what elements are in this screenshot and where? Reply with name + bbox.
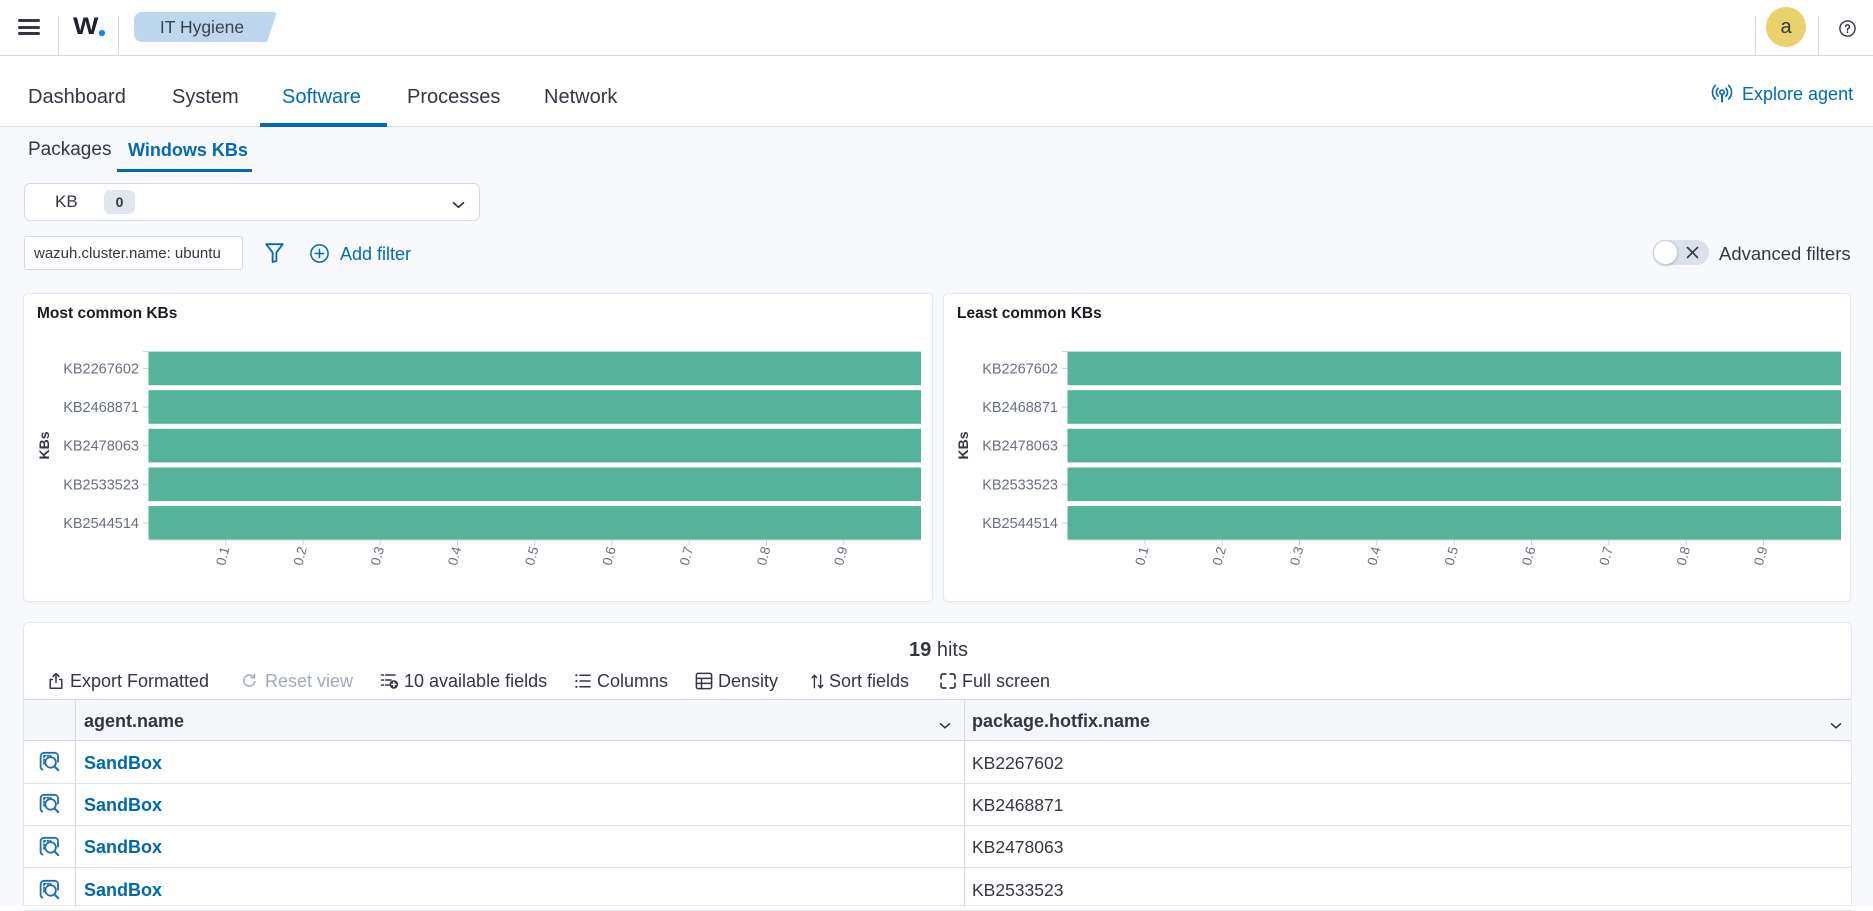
svg-text:KB2267602: KB2267602 bbox=[63, 361, 139, 377]
svg-text:0.9: 0.9 bbox=[831, 545, 850, 567]
svg-text:0.1: 0.1 bbox=[213, 545, 232, 567]
svg-text:KB2468871: KB2468871 bbox=[63, 400, 139, 416]
svg-text:KB2478063: KB2478063 bbox=[63, 439, 139, 455]
svg-text:0.4: 0.4 bbox=[1364, 545, 1383, 567]
svg-text:KB2544514: KB2544514 bbox=[63, 516, 139, 532]
svg-text:0.4: 0.4 bbox=[445, 545, 464, 567]
svg-text:KBs: KBs bbox=[36, 431, 52, 459]
svg-text:0.1: 0.1 bbox=[1132, 545, 1151, 567]
svg-text:0.6: 0.6 bbox=[1519, 545, 1538, 567]
svg-text:KB2267602: KB2267602 bbox=[982, 361, 1058, 377]
svg-text:KBs: KBs bbox=[955, 431, 971, 459]
svg-text:0.7: 0.7 bbox=[1596, 545, 1615, 567]
svg-text:0.7: 0.7 bbox=[677, 545, 696, 567]
svg-text:0.6: 0.6 bbox=[599, 545, 618, 567]
svg-text:0.8: 0.8 bbox=[1674, 545, 1693, 567]
svg-text:0.8: 0.8 bbox=[754, 545, 773, 567]
svg-text:KB2544514: KB2544514 bbox=[982, 516, 1058, 532]
svg-text:0.3: 0.3 bbox=[368, 545, 387, 567]
svg-text:KB2468871: KB2468871 bbox=[982, 400, 1058, 416]
svg-text:0.5: 0.5 bbox=[522, 545, 541, 567]
svg-text:KB2533523: KB2533523 bbox=[982, 477, 1058, 493]
svg-text:KB2533523: KB2533523 bbox=[63, 477, 139, 493]
svg-text:0.3: 0.3 bbox=[1287, 545, 1306, 567]
svg-text:0.9: 0.9 bbox=[1751, 545, 1770, 567]
svg-text:0.2: 0.2 bbox=[290, 545, 309, 567]
svg-text:KB2478063: KB2478063 bbox=[982, 439, 1058, 455]
svg-text:0.2: 0.2 bbox=[1210, 545, 1229, 567]
svg-text:0.5: 0.5 bbox=[1442, 545, 1461, 567]
